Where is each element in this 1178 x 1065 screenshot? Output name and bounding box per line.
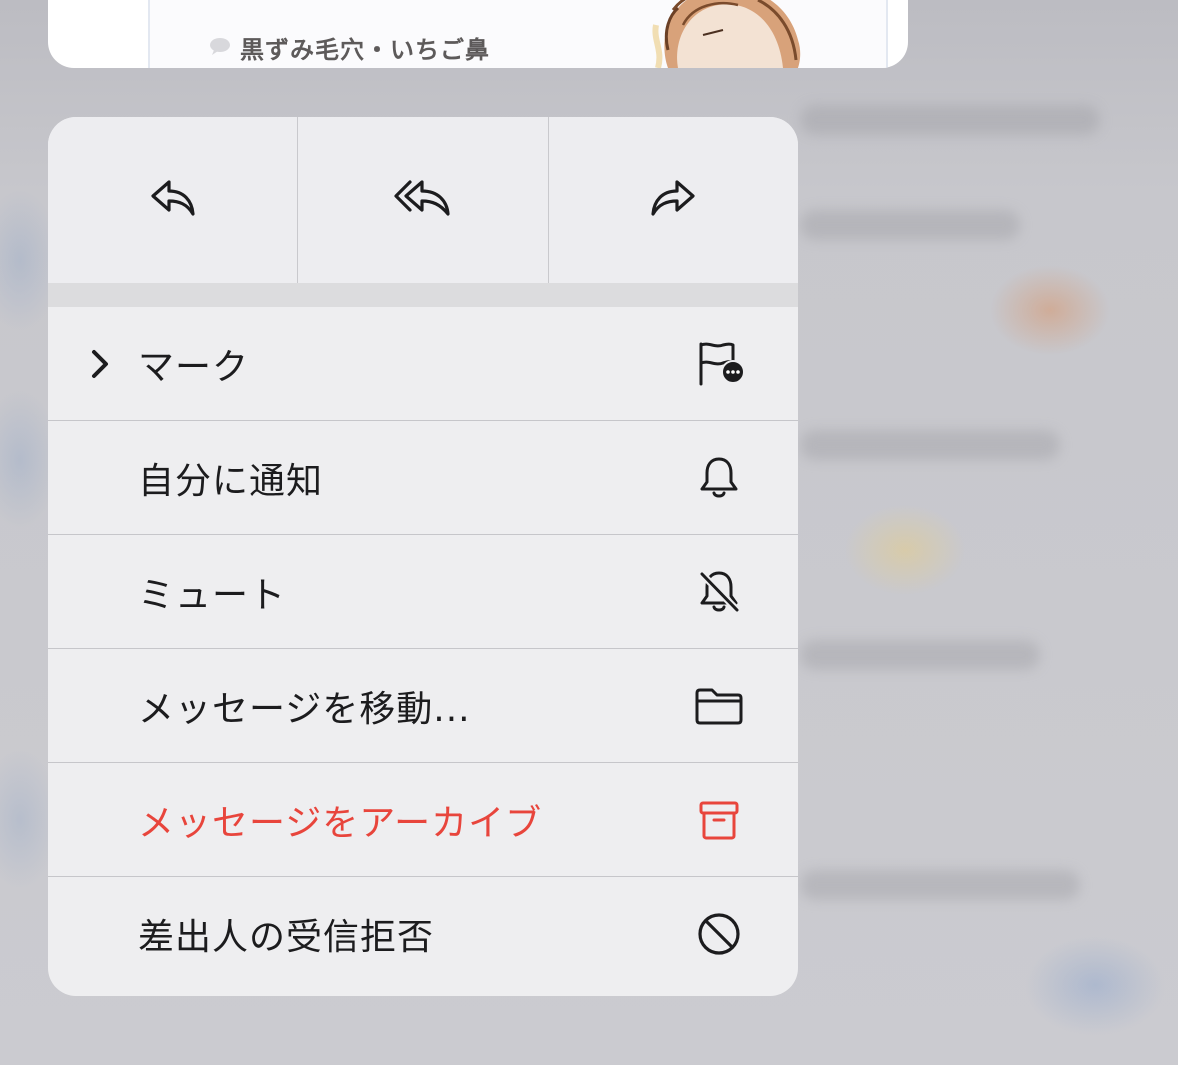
background-streak [800, 640, 1040, 670]
menu-item-mark[interactable]: マーク [48, 307, 798, 421]
archive-icon [693, 794, 745, 846]
menu-item-label: メッセージをアーカイブ [138, 802, 543, 844]
section-separator [48, 283, 798, 307]
preview-snippet: 黒ずみ毛穴・いちご鼻 [240, 36, 490, 64]
reply-all-button[interactable] [298, 117, 549, 283]
menu-item-block-sender[interactable]: 差出人の受信拒否 [48, 877, 798, 991]
flag-more-icon [693, 338, 745, 390]
reply-button[interactable] [48, 117, 299, 283]
menu-item-label: メッセージを移動... [138, 688, 471, 730]
block-icon [693, 908, 745, 960]
menu-item-label: 自分に通知 [138, 460, 324, 502]
reply-icon [147, 176, 199, 224]
menu-item-label: ミュート [138, 574, 287, 616]
menu-item-label: 差出人の受信拒否 [138, 917, 435, 958]
menu-item-notify-me[interactable]: 自分に通知 [48, 421, 798, 535]
folder-icon [693, 680, 745, 732]
background-streak [800, 870, 1080, 900]
preview-line: 黒ずみ毛穴・いちご鼻 [208, 30, 490, 65]
context-menu: マーク 自分に通知 ミュート メッセージを移動... メッセージをアーカイブ 差… [48, 117, 798, 996]
menu-item-label: マーク [138, 346, 250, 388]
background-streak [800, 210, 1020, 240]
reply-all-icon [392, 176, 454, 224]
menu-item-archive-message[interactable]: メッセージをアーカイブ [48, 763, 798, 877]
forward-button[interactable] [548, 117, 798, 283]
illustration-image [652, 0, 801, 68]
reply-actions-row [48, 117, 798, 283]
background-streak [800, 105, 1100, 135]
background-streak [800, 430, 1060, 460]
bell-slash-icon [693, 566, 745, 618]
menu-item-mute[interactable]: ミュート [48, 535, 798, 649]
message-preview-card[interactable]: 黒ずみ毛穴・いちご鼻 [48, 0, 908, 68]
forward-icon [647, 176, 699, 224]
speech-bubble-icon [208, 36, 232, 60]
menu-item-move-message[interactable]: メッセージを移動... [48, 649, 798, 763]
bell-icon [693, 452, 745, 504]
chevron-right-icon [88, 347, 112, 381]
